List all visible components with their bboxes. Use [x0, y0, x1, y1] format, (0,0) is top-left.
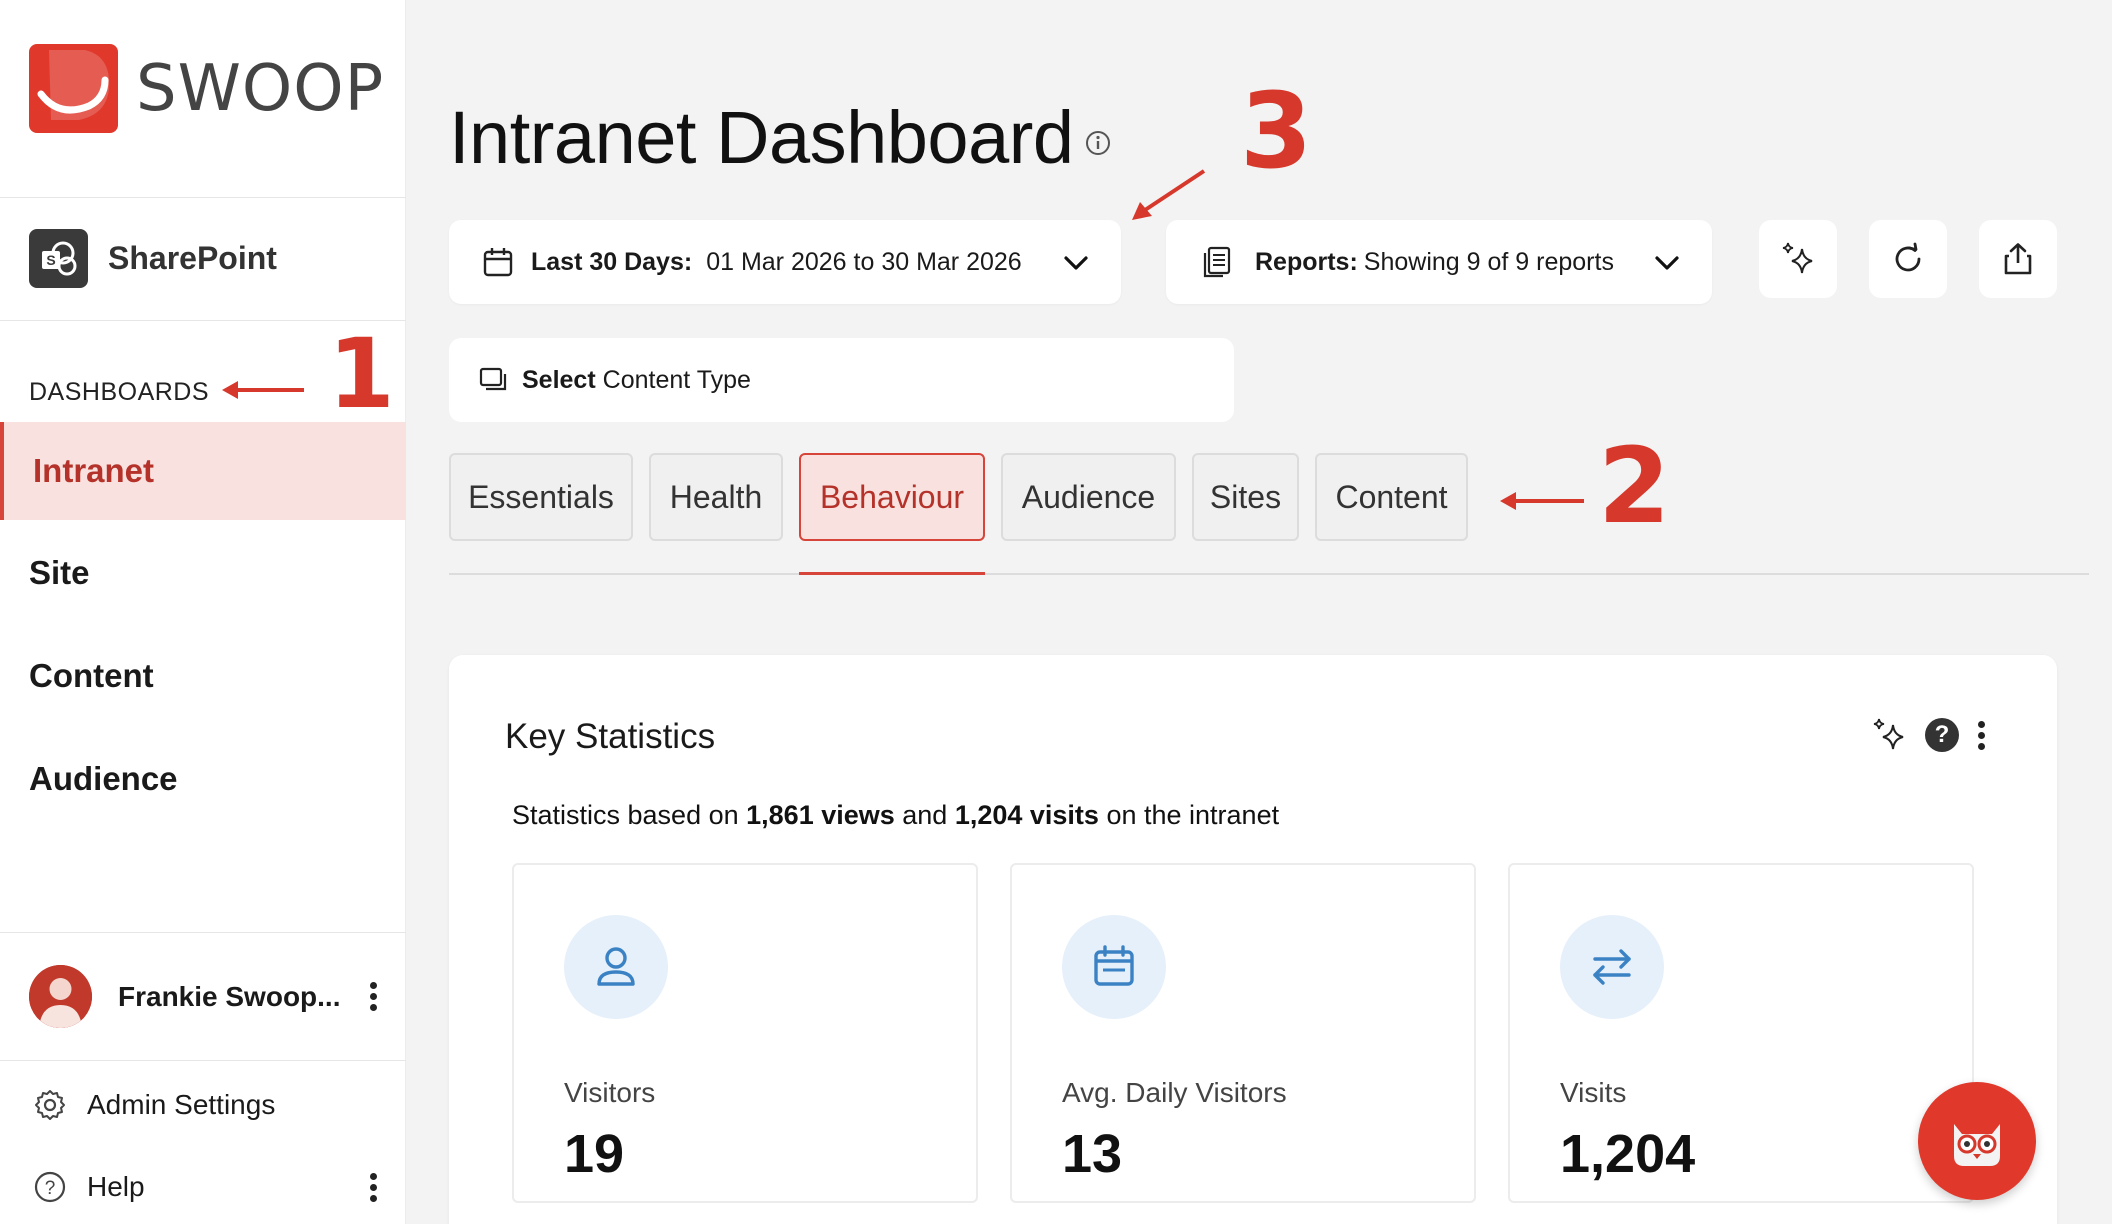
- user-profile[interactable]: Frankie Swoop...: [29, 965, 379, 1028]
- help-link[interactable]: ? Help: [33, 1170, 379, 1204]
- key-statistics-card: Key Statistics ? Statistics based on 1,8…: [449, 655, 2057, 1224]
- reports-value: Showing 9 of 9 reports: [1363, 247, 1614, 276]
- stat-value: 1,204: [1560, 1124, 1696, 1184]
- sidebar-item-label: Site: [29, 554, 90, 591]
- ai-insights-button[interactable]: [1759, 220, 1837, 298]
- admin-settings-link[interactable]: Admin Settings: [33, 1088, 379, 1122]
- brand-name: SWOOP: [136, 51, 385, 126]
- statistics-summary: Statistics based on 1,861 views and 1,20…: [512, 800, 1279, 831]
- stat-label: Visits: [1560, 1077, 1627, 1108]
- reports-label: Reports:: [1255, 247, 1358, 276]
- chevron-down-icon: [1655, 256, 1679, 270]
- sharepoint-icon: S: [29, 229, 88, 288]
- stat-value: 19: [564, 1124, 625, 1184]
- export-button[interactable]: [1979, 220, 2057, 298]
- stat-value: 13: [1062, 1124, 1123, 1184]
- sidebar-item-label: Content: [29, 657, 154, 694]
- platform-selector[interactable]: S SharePoint: [29, 229, 277, 288]
- sidebar-item-content[interactable]: Content: [0, 627, 406, 725]
- tab-health[interactable]: Health: [649, 453, 783, 541]
- swoop-logo-mark: [29, 44, 118, 133]
- annotation-number-3: 3: [1240, 70, 1313, 192]
- chevron-down-icon: [1064, 256, 1088, 270]
- help-icon: ?: [34, 1171, 66, 1203]
- sidebar-item-site[interactable]: Site: [0, 524, 406, 622]
- refresh-button[interactable]: [1869, 220, 1947, 298]
- sidebar-item-intranet[interactable]: Intranet: [0, 422, 406, 520]
- owl-bot-icon: [1954, 1124, 2000, 1166]
- dashboards-heading: DASHBOARDS: [29, 378, 210, 406]
- active-tab-indicator: [799, 572, 985, 575]
- sidebar: SWOOP S SharePoint DASHBOARDS Intranet S…: [0, 0, 406, 1224]
- content-type-value: Content Type: [602, 365, 751, 394]
- calendar-icon: [1062, 915, 1166, 1019]
- divider: [0, 197, 406, 198]
- annotation-arrow-2: [1500, 492, 1584, 510]
- annotation-number-1: 1: [328, 318, 395, 430]
- help-icon[interactable]: ?: [1925, 718, 1959, 752]
- tab-sites[interactable]: Sites: [1192, 453, 1299, 541]
- tab-content[interactable]: Content: [1315, 453, 1468, 541]
- summary-mid: and: [894, 800, 955, 830]
- stat-card-visitors: Visitors 19: [512, 863, 978, 1203]
- share-icon: [2004, 243, 2032, 275]
- summary-suffix: on the intranet: [1098, 800, 1280, 830]
- avatar: [29, 965, 92, 1028]
- refresh-icon: [1895, 242, 1921, 272]
- stat-card-avg-daily-visitors: Avg. Daily Visitors 13: [1010, 863, 1476, 1203]
- stat-label: Visitors: [564, 1077, 656, 1108]
- sidebar-item-label: Intranet: [33, 452, 155, 489]
- tab-audience[interactable]: Audience: [1001, 453, 1176, 541]
- info-icon[interactable]: [1084, 129, 1112, 157]
- summary-views: 1,861 views: [746, 800, 895, 830]
- reports-icon: [1203, 246, 1231, 278]
- annotation-number-2: 2: [1598, 425, 1671, 547]
- card-actions: ?: [1869, 715, 1987, 755]
- user-menu-icon[interactable]: [367, 982, 379, 1011]
- help-label: Help: [87, 1171, 145, 1202]
- divider: [0, 932, 406, 933]
- card-title: Key Statistics: [505, 717, 716, 756]
- sidebar-item-audience[interactable]: Audience: [0, 730, 406, 828]
- date-range-value: 01 Mar 2026 to 30 Mar 2026: [706, 247, 1022, 276]
- card-menu-icon[interactable]: [1975, 720, 1987, 750]
- swap-arrows-icon: [1560, 915, 1664, 1019]
- user-name: Frankie Swoop...: [118, 980, 341, 1012]
- date-range-picker[interactable]: Last 30 Days: 01 Mar 2026 to 30 Mar 2026: [449, 220, 1121, 304]
- summary-visits: 1,204 visits: [954, 800, 1099, 830]
- page-title: Intranet Dashboard: [449, 96, 1074, 179]
- help-menu-icon[interactable]: [367, 1172, 379, 1202]
- reports-selector[interactable]: Reports: Showing 9 of 9 reports: [1166, 220, 1712, 304]
- tab-behaviour[interactable]: Behaviour: [799, 453, 985, 541]
- chat-assistant-button[interactable]: [1918, 1082, 2036, 1200]
- user-icon: [564, 915, 668, 1019]
- calendar-icon: [483, 248, 513, 277]
- svg-text:?: ?: [45, 1178, 56, 1199]
- platform-label: SharePoint: [108, 240, 277, 276]
- stat-card-visits: Visits 1,204: [1508, 863, 1974, 1203]
- content-type-selector[interactable]: Select Content Type: [449, 338, 1234, 422]
- sparkle-icon[interactable]: [1869, 715, 1909, 755]
- sidebar-item-label: Audience: [29, 760, 178, 797]
- divider: [0, 1060, 406, 1061]
- sparkle-icon: [1782, 242, 1813, 274]
- summary-prefix: Statistics based on: [512, 800, 747, 830]
- content-type-label: Select: [522, 365, 596, 394]
- annotation-arrow-1: [222, 381, 304, 399]
- date-range-label: Last 30 Days:: [531, 247, 693, 276]
- tab-essentials[interactable]: Essentials: [449, 453, 633, 541]
- content-type-icon: [479, 367, 507, 391]
- stat-label: Avg. Daily Visitors: [1062, 1077, 1287, 1108]
- swoop-logo[interactable]: SWOOP: [29, 44, 384, 133]
- svg-text:S: S: [46, 252, 55, 268]
- annotation-arrow-3: [1132, 169, 1206, 220]
- admin-settings-label: Admin Settings: [87, 1089, 276, 1120]
- gear-icon: [35, 1090, 65, 1120]
- tabs-divider: [449, 573, 2089, 575]
